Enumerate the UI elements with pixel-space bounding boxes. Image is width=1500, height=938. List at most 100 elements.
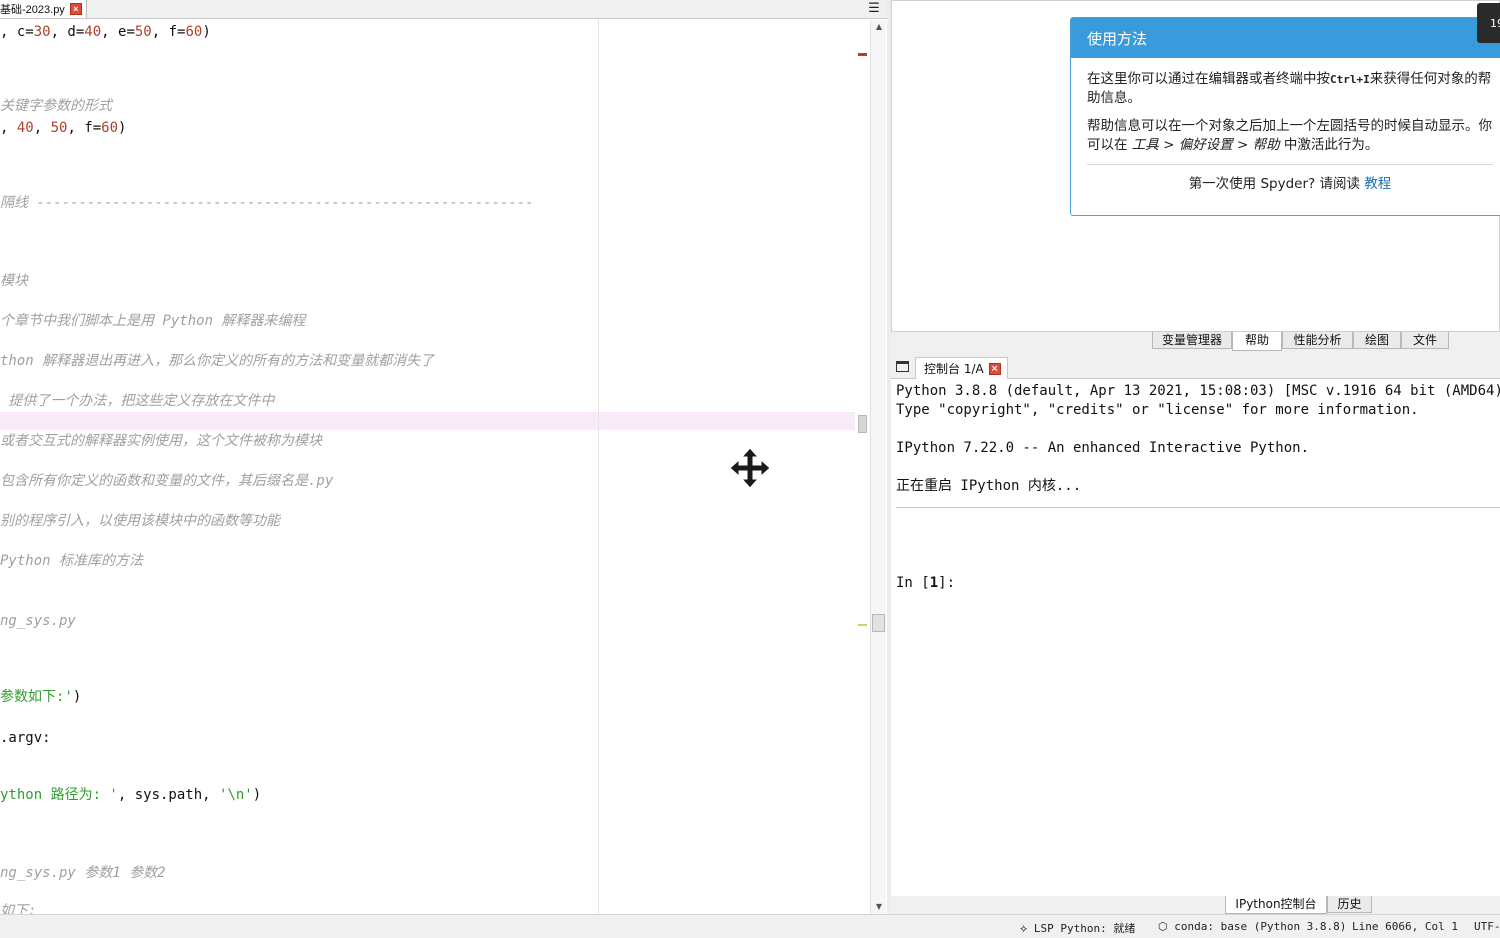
close-icon[interactable]: ×: [69, 3, 82, 15]
code-token: ng_sys.py 参数1 参数2: [0, 865, 166, 881]
code-token: 个章节中我们脚本上是用 Python 解释器来编程: [0, 313, 306, 329]
code-line: 包含所有你定义的函数和变量的文件，其后缀名是.py: [0, 472, 333, 490]
cursor-marker: [858, 624, 867, 626]
notification-badge[interactable]: 19: [1477, 3, 1500, 43]
code-token: , sys.path,: [117, 787, 220, 803]
close-icon[interactable]: ×: [988, 362, 1001, 375]
console-line: IPython 7.22.0 -- An enhanced Interactiv…: [896, 440, 1310, 456]
code-line: ython 路径为: ', sys.path, '\n'): [0, 786, 261, 804]
help-card-footer: 第一次使用 Spyder? 请阅读 教程: [1087, 175, 1493, 194]
conda-status-text: conda: base (Python 3.8.8): [1174, 920, 1347, 933]
code-token: ): [252, 787, 262, 803]
code-token: ): [202, 24, 211, 40]
console-tab[interactable]: 控制台 1/A ×: [915, 357, 1008, 379]
code-line: 如下:: [0, 902, 36, 914]
editor-pane: 基础-2023.py × ☰ , c=30, d=40, e=50, f=60)…: [0, 0, 887, 914]
code-token: , d=: [50, 24, 85, 40]
code-token: 关键字参数的形式: [0, 98, 112, 114]
code-token: 如下:: [0, 903, 37, 914]
code-line: 别的程序引入，以使用该模块中的函数等功能: [0, 512, 280, 530]
code-editor[interactable]: , c=30, d=40, e=50, f=60) 关键字参数的形式, 40, 5…: [0, 20, 855, 914]
move-cursor-icon: [729, 447, 771, 489]
tab-variable-explorer[interactable]: 变量管理器: [1152, 332, 1232, 349]
scroll-up-icon[interactable]: ▲: [874, 22, 884, 32]
code-line: , 40, 50, f=60): [0, 119, 126, 137]
code-line: Python 标准库的方法: [0, 552, 143, 570]
console-line: 正在重启 IPython 内核...: [896, 478, 1082, 494]
code-line: 关键字参数的形式: [0, 97, 112, 115]
code-line: thon 解释器退出再进入，那么你定义的所有的方法和变量就都消失了: [0, 352, 434, 370]
code-token: , f=: [67, 120, 102, 136]
code-token: 或者交互式的解释器实例使用，这个文件被称为模块: [0, 433, 322, 449]
code-token: ,: [33, 120, 51, 136]
code-token: .argv:: [0, 730, 51, 746]
help-card-title: 使用方法: [1071, 18, 1500, 58]
tab-profiler[interactable]: 性能分析: [1282, 332, 1353, 349]
console-bottom-tab-bar: IPython控制台 历史: [891, 896, 1500, 914]
code-token: thon 解释器退出再进入，那么你定义的所有的方法和变量就都消失了: [0, 353, 435, 369]
editor-tab[interactable]: 基础-2023.py ×: [0, 0, 87, 18]
code-token: 30: [33, 24, 51, 40]
code-line: 参数如下:'): [0, 688, 81, 706]
divider: [896, 507, 1500, 508]
console-pane: 控制台 1/A × Python 3.8.8 (default, Apr 13 …: [891, 354, 1500, 896]
file-encoding: UTF-8: [1474, 920, 1500, 933]
overview-thumb[interactable]: [858, 415, 867, 433]
editor-scrollbar[interactable]: ▲ ▼: [870, 20, 886, 914]
code-token: 包含所有你定义的函数和变量的文件，其后缀名是.py: [0, 473, 334, 489]
console-prompt[interactable]: In [1]:: [896, 574, 955, 592]
code-line: 模块: [0, 272, 28, 290]
lsp-status-text: LSP Python: 就绪: [1033, 922, 1136, 935]
current-line-highlight: [0, 412, 855, 430]
code-token: , e=: [101, 24, 135, 40]
help-usage-card: 使用方法 在这里你可以通过在编辑器或者终端中按Ctrl+I来获得任何对象的帮助信…: [1070, 17, 1500, 216]
prompt-number: 1: [929, 575, 939, 591]
code-token: 隔线 -------------------------------------…: [0, 195, 534, 211]
help-pane: 使用方法 在这里你可以通过在编辑器或者终端中按Ctrl+I来获得任何对象的帮助信…: [891, 0, 1500, 332]
help-card-body: 在这里你可以通过在编辑器或者终端中按Ctrl+I来获得任何对象的帮助信息。 帮助…: [1071, 58, 1500, 194]
code-token: '\n': [219, 787, 253, 803]
scroll-down-icon[interactable]: ▼: [874, 902, 884, 912]
scrollbar-thumb[interactable]: [872, 614, 885, 632]
prompt-text: In [: [896, 575, 930, 591]
tab-help[interactable]: 帮助: [1232, 332, 1282, 351]
code-line: .argv:: [0, 729, 51, 747]
tutorial-link[interactable]: 教程: [1364, 176, 1391, 192]
console-tab-bar: 控制台 1/A ×: [891, 354, 1500, 379]
footer-text: 第一次使用 Spyder? 请阅读: [1188, 176, 1360, 192]
conda-status: ⬡ conda: base (Python 3.8.8): [1158, 920, 1347, 933]
overview-ruler[interactable]: [856, 20, 869, 914]
code-line: ng_sys.py 参数1 参数2: [0, 864, 166, 882]
code-token: , c=: [0, 24, 34, 40]
status-bar: ⟡ LSP Python: 就绪 ⬡ conda: base (Python 3…: [0, 914, 1500, 938]
code-token: Python 标准库的方法: [0, 553, 144, 569]
help-paragraph-1: 在这里你可以通过在编辑器或者终端中按Ctrl+I来获得任何对象的帮助信息。: [1087, 70, 1493, 108]
editor-tab-label: 基础-2023.py: [0, 4, 65, 16]
options-icon[interactable]: [896, 361, 909, 372]
prompt-text: ]:: [938, 575, 956, 591]
code-token: , f=: [151, 24, 186, 40]
edge-line: [598, 20, 599, 914]
console-line: Python 3.8.8 (default, Apr 13 2021, 15:0…: [896, 383, 1500, 399]
error-marker: [858, 53, 867, 56]
tab-history[interactable]: 历史: [1327, 896, 1372, 913]
code-line: 提供了一个办法，把这些定义存放在文件中: [0, 392, 274, 410]
code-token: 60: [101, 120, 119, 136]
hamburger-menu-icon[interactable]: ☰: [867, 2, 881, 16]
code-token: ython 路径为: ': [0, 787, 118, 803]
tab-plots[interactable]: 绘图: [1353, 332, 1401, 349]
code-line: 个章节中我们脚本上是用 Python 解释器来编程: [0, 312, 305, 330]
help-text: 中激活此行为。: [1283, 137, 1379, 153]
code-line: , c=30, d=40, e=50, f=60): [0, 23, 211, 41]
shortcut-key: Ctrl+I: [1330, 73, 1370, 86]
code-token: ): [118, 120, 127, 136]
code-token: 50: [50, 120, 68, 136]
tab-ipython-console[interactable]: IPython控制台: [1225, 896, 1327, 914]
code-token: 提供了一个办法，把这些定义存放在文件中: [0, 393, 275, 409]
code-token: 40: [84, 24, 102, 40]
code-token: ng_sys.py: [0, 613, 76, 629]
tab-files[interactable]: 文件: [1401, 332, 1449, 349]
menu-path: 工具 > 偏好设置 > 帮助: [1131, 137, 1280, 153]
console-tab-label: 控制台 1/A: [924, 362, 984, 376]
code-line: ng_sys.py: [0, 612, 76, 630]
